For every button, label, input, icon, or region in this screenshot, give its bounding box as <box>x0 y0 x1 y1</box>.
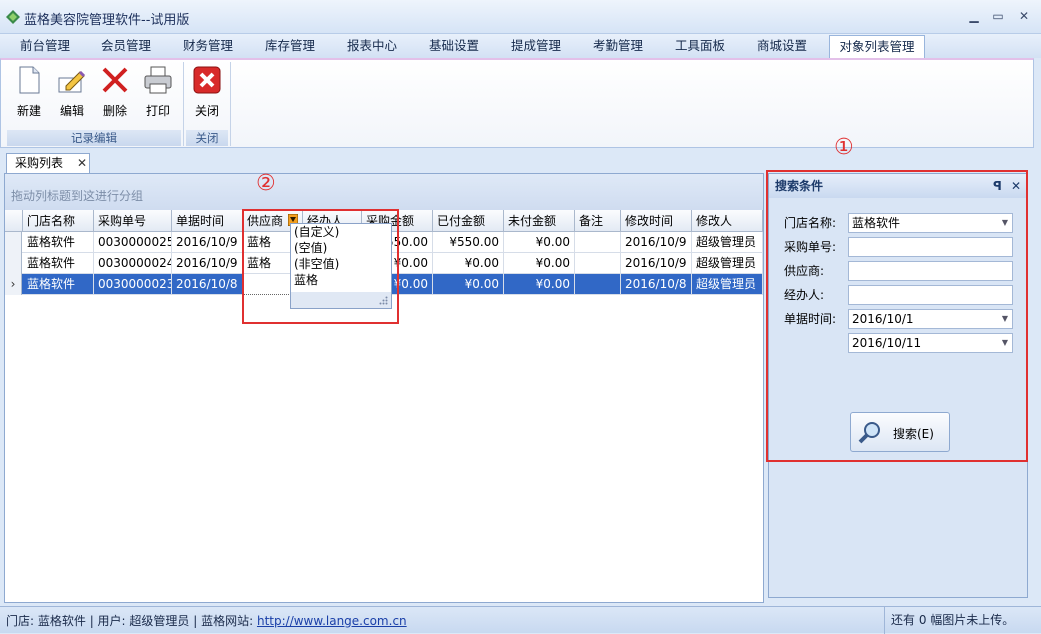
window-title: 蓝格美容院管理软件--试用版 <box>24 13 190 28</box>
tab-commission[interactable]: 提成管理 <box>499 34 573 58</box>
cell-modified-time: 2016/10/9 <box>621 232 692 253</box>
status-store: 门店: 蓝格软件 <box>6 614 86 628</box>
col-modified-time[interactable]: 修改时间 <box>621 210 692 232</box>
col-unpaid[interactable]: 未付金额 <box>504 210 575 232</box>
cell-note <box>575 274 621 295</box>
edit-label: 编辑 <box>59 104 84 118</box>
edit-pencil-icon <box>58 70 86 93</box>
new-document-icon <box>19 66 40 94</box>
tab-member[interactable]: 会员管理 <box>89 34 163 58</box>
group-by-bar[interactable]: 拖动列标题到这进行分组 <box>5 174 763 210</box>
group-hint: 拖动列标题到这进行分组 <box>11 189 144 203</box>
delete-label: 删除 <box>102 104 127 118</box>
tab-attendance[interactable]: 考勤管理 <box>581 34 655 58</box>
cell-paid: ¥550.00 <box>433 232 504 253</box>
delete-x-icon <box>102 67 128 93</box>
upload-status: 还有 0 幅图片未上传。 <box>884 607 1041 634</box>
edit-button[interactable]: 编辑 <box>54 64 90 124</box>
status-bar: 门店: 蓝格软件 | 用户: 超级管理员 | 蓝格网站: http://www.… <box>0 606 1041 634</box>
close-window-button[interactable]: ✕ <box>1016 8 1032 24</box>
cell-note <box>575 232 621 253</box>
cell-unpaid: ¥0.00 <box>504 232 575 253</box>
col-purchase-no[interactable]: 采购单号 <box>94 210 172 232</box>
cell-date: 2016/10/9 <box>172 253 243 274</box>
annotation-box-2 <box>242 209 399 324</box>
ribbon: 新建 编辑 删除 打印 关闭 记录编辑 关闭 <box>0 58 1034 148</box>
cell-note <box>575 253 621 274</box>
website-link[interactable]: http://www.lange.com.cn <box>257 614 407 628</box>
document-tab-strip: 采购列表 ✕ <box>0 150 764 174</box>
col-note[interactable]: 备注 <box>575 210 621 232</box>
tab-front-desk[interactable]: 前台管理 <box>8 34 82 58</box>
print-button[interactable]: 打印 <box>140 64 176 124</box>
cell-date: 2016/10/8 <box>172 274 243 295</box>
tab-finance[interactable]: 财务管理 <box>171 34 245 58</box>
annotation-marker-1: ① <box>834 135 854 160</box>
cell-modified-time: 2016/10/9 <box>621 253 692 274</box>
cell-modifier: 超级管理员 <box>692 274 763 295</box>
menu-tab-bar: 前台管理 会员管理 财务管理 库存管理 报表中心 基础设置 提成管理 考勤管理 … <box>0 34 1041 58</box>
cell-purchase-no: 0030000025 <box>94 232 172 253</box>
col-store-name[interactable]: 门店名称 <box>23 210 94 232</box>
close-label: 关闭 <box>194 104 219 118</box>
new-button[interactable]: 新建 <box>11 64 47 124</box>
title-bar: 蓝格美容院管理软件--试用版 ▁ ▭ ✕ <box>0 0 1041 34</box>
close-red-icon <box>193 66 221 94</box>
cell-modifier: 超级管理员 <box>692 253 763 274</box>
cell-modified-time: 2016/10/8 <box>621 274 692 295</box>
tab-reports[interactable]: 报表中心 <box>335 34 409 58</box>
print-label: 打印 <box>145 104 170 118</box>
maximize-button[interactable]: ▭ <box>990 8 1006 24</box>
minimize-button[interactable]: ▁ <box>966 8 982 24</box>
cell-store: 蓝格软件 <box>23 232 94 253</box>
group-label-record-edit: 记录编辑 <box>7 130 181 146</box>
row-indicator: › <box>5 274 22 295</box>
cell-store: 蓝格软件 <box>23 274 94 295</box>
row-indicator <box>5 232 22 253</box>
printer-icon <box>144 66 172 94</box>
document-tab-label: 采购列表 <box>15 156 64 170</box>
new-label: 新建 <box>16 104 41 118</box>
status-site-label: | 蓝格网站: <box>193 614 254 628</box>
cell-unpaid: ¥0.00 <box>504 274 575 295</box>
col-doc-date[interactable]: 单据时间 <box>172 210 243 232</box>
annotation-marker-2: ② <box>256 171 276 196</box>
cell-purchase-no: 0030000023 <box>94 274 172 295</box>
tab-object-list[interactable]: 对象列表管理 <box>829 35 925 58</box>
close-button[interactable]: 关闭 <box>189 64 225 124</box>
col-modifier[interactable]: 修改人 <box>692 210 763 232</box>
document-tab-purchase-list[interactable]: 采购列表 ✕ <box>6 153 90 174</box>
annotation-box-1 <box>766 170 1028 462</box>
header-indicator <box>5 210 23 232</box>
app-logo-icon <box>6 10 20 24</box>
cell-date: 2016/10/9 <box>172 232 243 253</box>
ribbon-separator <box>230 62 231 146</box>
status-info: 门店: 蓝格软件 | 用户: 超级管理员 | 蓝格网站: http://www.… <box>6 612 407 629</box>
cell-store: 蓝格软件 <box>23 253 94 274</box>
close-tab-icon[interactable]: ✕ <box>75 154 89 173</box>
group-label-close: 关闭 <box>186 130 228 146</box>
status-user: | 用户: 超级管理员 <box>89 614 190 628</box>
tab-basic-settings[interactable]: 基础设置 <box>417 34 491 58</box>
cell-paid: ¥0.00 <box>433 253 504 274</box>
col-paid[interactable]: 已付金额 <box>433 210 504 232</box>
cell-paid: ¥0.00 <box>433 274 504 295</box>
cell-unpaid: ¥0.00 <box>504 253 575 274</box>
ribbon-separator <box>183 62 184 146</box>
tab-inventory[interactable]: 库存管理 <box>253 34 327 58</box>
tab-tools[interactable]: 工具面板 <box>663 34 737 58</box>
row-indicator <box>5 253 22 274</box>
tab-mall-settings[interactable]: 商城设置 <box>745 34 819 58</box>
cell-modifier: 超级管理员 <box>692 232 763 253</box>
cell-purchase-no: 0030000024 <box>94 253 172 274</box>
delete-button[interactable]: 删除 <box>97 64 133 124</box>
